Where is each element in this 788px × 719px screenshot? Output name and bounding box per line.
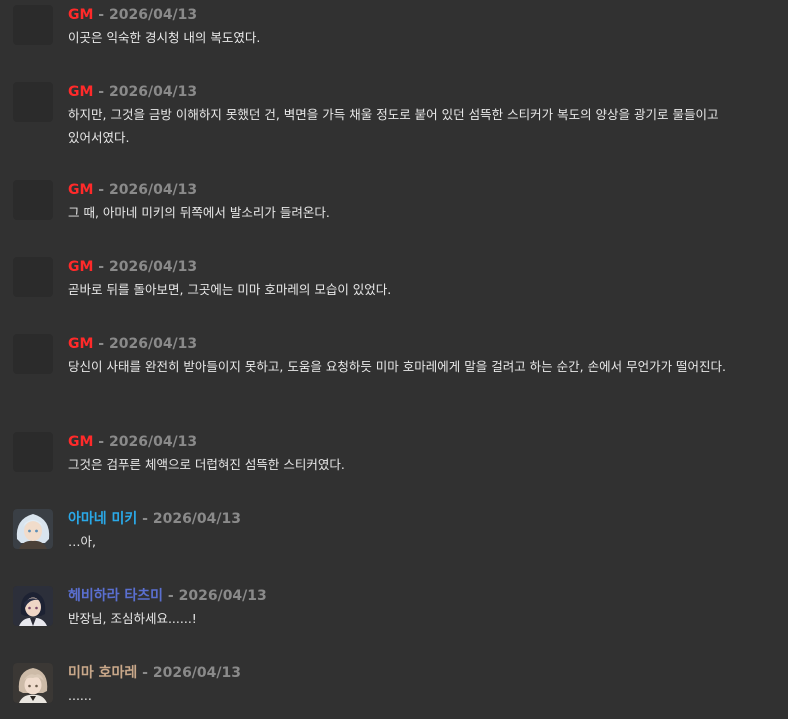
message-date: 2026/04/13 <box>178 588 267 604</box>
blank-avatar-icon <box>13 432 53 472</box>
speaker-name: GM <box>68 259 94 275</box>
message-header: 미마 호마레 - 2026/04/13 <box>68 663 241 683</box>
header-separator: - <box>93 336 109 352</box>
speaker-name: GM <box>68 182 94 198</box>
message-text: 하지만, 그것을 금방 이해하지 못했던 건, 벽면을 가득 채울 정도로 붙어… <box>68 107 719 145</box>
message-text: 곧바로 뒤를 돌아보면, 그곳에는 미마 호마레의 모습이 있었다. <box>68 282 392 297</box>
message-text: ...... <box>68 688 92 703</box>
header-separator: - <box>93 434 109 450</box>
message-date: 2026/04/13 <box>109 7 198 23</box>
message-date: 2026/04/13 <box>109 84 198 100</box>
character-portrait-icon <box>13 509 53 549</box>
message-text: 반장님, 조심하세요......! <box>68 611 197 626</box>
header-separator: - <box>93 259 109 275</box>
message-date: 2026/04/13 <box>109 336 198 352</box>
message-date: 2026/04/13 <box>152 511 241 527</box>
speaker-name: GM <box>68 434 94 450</box>
speaker-name: 아마네 미키 <box>68 511 138 527</box>
header-separator: - <box>93 84 109 100</box>
speaker-name: 헤비하라 타츠미 <box>68 588 164 604</box>
header-separator: - <box>163 588 179 604</box>
speaker-name: GM <box>68 7 94 23</box>
message-header: GM - 2026/04/13 <box>68 257 197 277</box>
chat-log: GM - 2026/04/13 이곳은 익숙한 경시청 내의 복도였다. GM … <box>0 0 788 719</box>
blank-avatar-icon <box>13 334 53 374</box>
message-text: 그것은 검푸른 체액으로 더럽혀진 섬뜩한 스티커였다. <box>68 457 345 472</box>
blank-avatar-icon <box>13 180 53 220</box>
message-text: 그 때, 아마네 미키의 뒤쪽에서 발소리가 들려온다. <box>68 205 330 220</box>
message-header: GM - 2026/04/13 <box>68 180 197 200</box>
character-portrait-icon <box>13 586 53 626</box>
character-portrait-icon <box>13 663 53 703</box>
message-header: GM - 2026/04/13 <box>68 334 197 354</box>
speaker-name: GM <box>68 84 94 100</box>
message-header: 헤비하라 타츠미 - 2026/04/13 <box>68 586 267 606</box>
message-text: 이곳은 익숙한 경시청 내의 복도였다. <box>68 30 261 45</box>
speaker-name: GM <box>68 336 94 352</box>
header-separator: - <box>137 511 153 527</box>
header-separator: - <box>93 7 109 23</box>
blank-avatar-icon <box>13 257 53 297</box>
speaker-name: 미마 호마레 <box>68 665 138 681</box>
blank-avatar-icon <box>13 5 53 45</box>
message-header: GM - 2026/04/13 <box>68 82 197 102</box>
message-date: 2026/04/13 <box>109 259 198 275</box>
blank-avatar-icon <box>13 82 53 122</box>
message-text: …아, <box>68 534 96 549</box>
header-separator: - <box>93 182 109 198</box>
message-date: 2026/04/13 <box>109 182 198 198</box>
header-separator: - <box>137 665 153 681</box>
message-date: 2026/04/13 <box>152 665 241 681</box>
message-date: 2026/04/13 <box>109 434 198 450</box>
message-text: 당신이 사태를 완전히 받아들이지 못하고, 도움을 요청하듯 미마 호마레에게… <box>68 359 727 374</box>
message-header: 아마네 미키 - 2026/04/13 <box>68 509 241 529</box>
message-header: GM - 2026/04/13 <box>68 432 197 452</box>
message-header: GM - 2026/04/13 <box>68 5 197 25</box>
